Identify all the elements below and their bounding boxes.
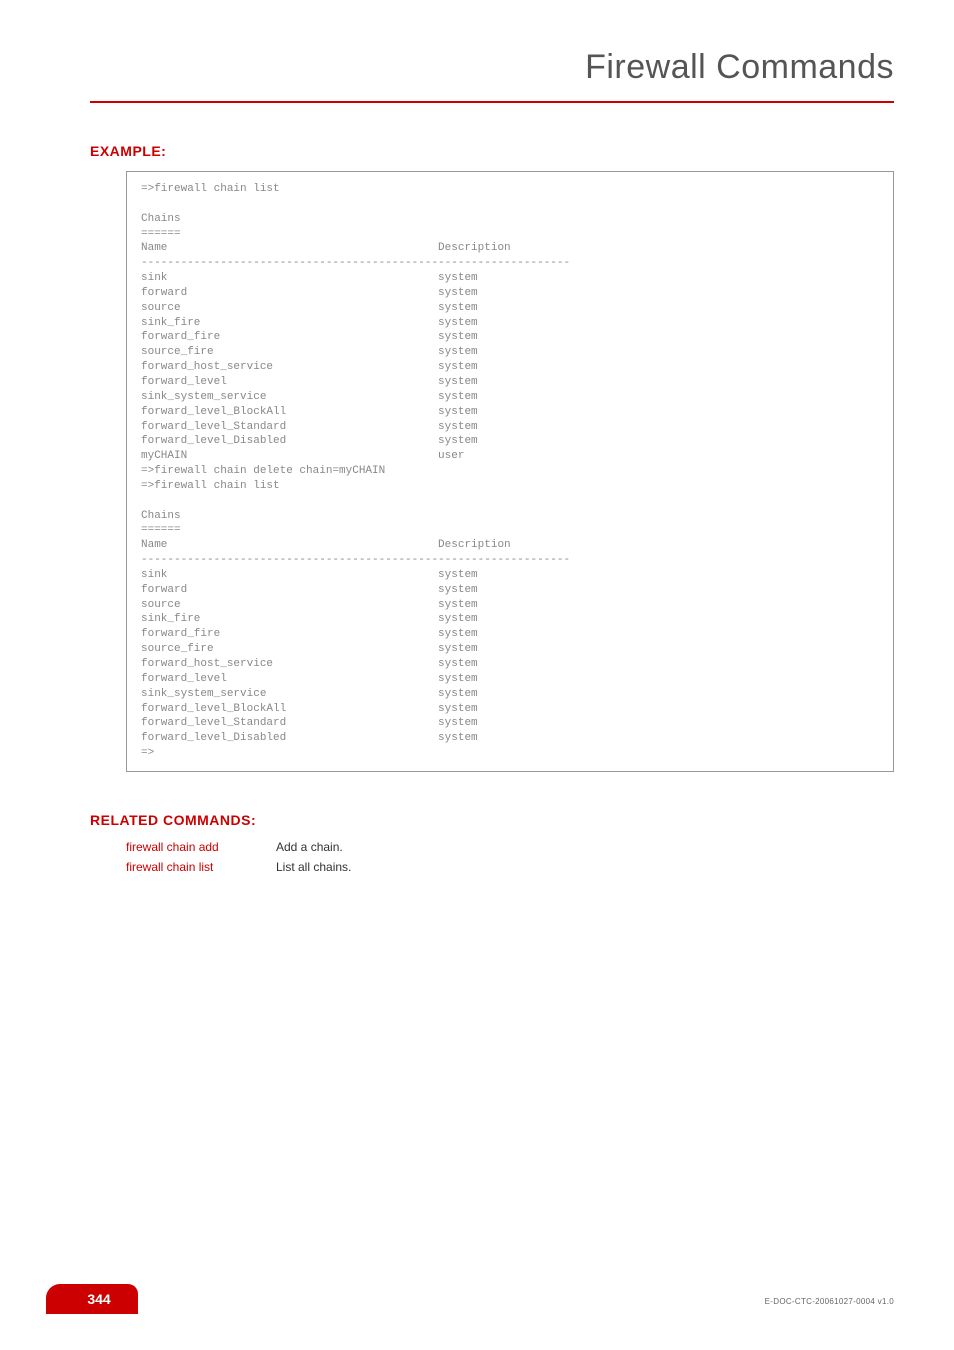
related-cmd: firewall chain list	[126, 860, 276, 874]
related-desc: List all chains.	[276, 860, 351, 874]
related-row: firewall chain add Add a chain.	[126, 840, 894, 854]
related-desc: Add a chain.	[276, 840, 343, 854]
doc-id: E-DOC-CTC-20061027-0004 v1.0	[765, 1297, 894, 1306]
example-heading: EXAMPLE:	[90, 143, 894, 159]
terminal-output: =>firewall chain list Chains ====== Name…	[126, 171, 894, 772]
related-commands: firewall chain add Add a chain. firewall…	[126, 840, 894, 874]
page-number: 344	[60, 1284, 138, 1314]
page-title: Firewall Commands	[90, 48, 894, 103]
terminal-text: =>firewall chain list Chains ====== Name…	[141, 182, 879, 761]
related-cmd: firewall chain add	[126, 840, 276, 854]
related-heading: RELATED COMMANDS:	[90, 812, 894, 828]
related-row: firewall chain list List all chains.	[126, 860, 894, 874]
